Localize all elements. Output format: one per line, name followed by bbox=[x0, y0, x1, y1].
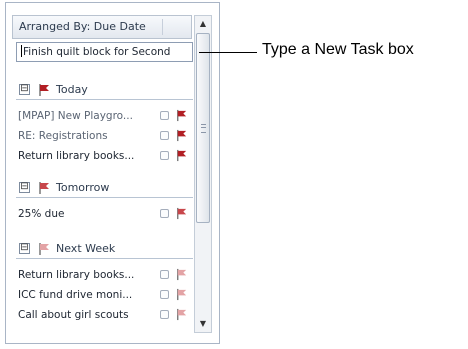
scroll-up-arrow-icon[interactable]: ▲ bbox=[195, 16, 211, 32]
flag-icon[interactable] bbox=[175, 207, 188, 220]
task-complete-checkbox[interactable] bbox=[160, 209, 169, 218]
arranged-by-label: Arranged By: Due Date bbox=[19, 20, 146, 33]
task-complete-checkbox[interactable] bbox=[160, 270, 169, 279]
collapse-icon[interactable]: ⊟ bbox=[19, 243, 30, 254]
task-row[interactable]: Return library books... bbox=[16, 265, 193, 285]
task-title: Return library books... bbox=[18, 269, 135, 281]
collapse-icon[interactable]: ⊟ bbox=[19, 84, 30, 95]
flag-icon[interactable] bbox=[175, 109, 188, 122]
task-row[interactable]: Return library books... bbox=[16, 146, 193, 166]
new-task-value: Finish quilt block for Second bbox=[23, 46, 171, 58]
task-complete-checkbox[interactable] bbox=[160, 310, 169, 319]
group-header-today[interactable]: ⊟ Today bbox=[16, 80, 193, 100]
task-complete-checkbox[interactable] bbox=[160, 151, 169, 160]
task-title: Return library books... bbox=[18, 150, 135, 162]
flag-icon[interactable] bbox=[175, 149, 188, 162]
task-title: ICC fund drive moni... bbox=[18, 289, 133, 301]
group-label-next-week: Next Week bbox=[56, 242, 116, 255]
group-header-tomorrow[interactable]: ⊟ Tomorrow bbox=[16, 178, 193, 198]
task-complete-checkbox[interactable] bbox=[160, 290, 169, 299]
flag-icon bbox=[39, 182, 49, 194]
task-row[interactable]: ICC fund drive moni... bbox=[16, 285, 193, 305]
group-label-tomorrow: Tomorrow bbox=[56, 181, 110, 194]
flag-icon[interactable] bbox=[175, 129, 188, 142]
flag-icon[interactable] bbox=[175, 308, 188, 321]
header-divider bbox=[162, 19, 163, 35]
task-title: RE: Registrations bbox=[18, 130, 108, 142]
task-title: Call about girl scouts bbox=[18, 309, 129, 321]
flag-icon[interactable] bbox=[175, 288, 188, 301]
collapse-icon[interactable]: ⊟ bbox=[19, 182, 30, 193]
callout-label: Type a New Task box bbox=[262, 41, 414, 58]
group-header-next-week[interactable]: ⊟ Next Week bbox=[16, 239, 193, 259]
flag-icon bbox=[39, 84, 49, 96]
task-complete-checkbox[interactable] bbox=[160, 111, 169, 120]
task-title: 25% due bbox=[18, 208, 65, 220]
scrollbar-grip-icon bbox=[201, 124, 206, 133]
task-row[interactable]: Call about girl scouts bbox=[16, 305, 193, 325]
task-row[interactable]: 25% due bbox=[16, 204, 193, 224]
scroll-down-arrow-icon[interactable]: ▼ bbox=[195, 316, 211, 332]
flag-icon[interactable] bbox=[175, 268, 188, 281]
group-label-today: Today bbox=[56, 83, 88, 96]
new-task-input[interactable]: Finish quilt block for Second bbox=[16, 42, 193, 62]
task-complete-checkbox[interactable] bbox=[160, 131, 169, 140]
task-title: [MPAP] New Playgro... bbox=[18, 110, 133, 122]
flag-icon bbox=[39, 243, 49, 255]
task-row[interactable]: RE: Registrations bbox=[16, 126, 193, 146]
scrollbar-thumb[interactable] bbox=[196, 33, 210, 223]
callout-line bbox=[199, 52, 257, 53]
task-row[interactable]: [MPAP] New Playgro... bbox=[16, 106, 193, 126]
text-caret bbox=[21, 45, 22, 57]
arranged-by-header[interactable]: Arranged By: Due Date bbox=[12, 15, 192, 39]
vertical-scrollbar[interactable]: ▲ ▼ bbox=[194, 15, 212, 333]
